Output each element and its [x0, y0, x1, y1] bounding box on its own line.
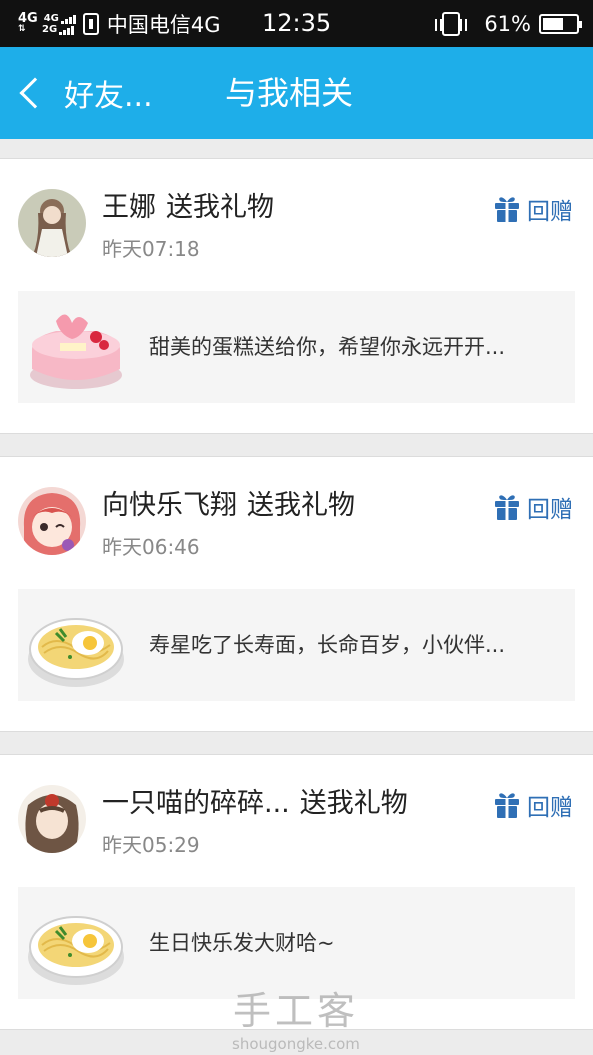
page-title: 与我相关	[225, 74, 354, 112]
signal-bars-2-icon	[59, 24, 75, 35]
action-text: 送我礼物	[247, 490, 355, 521]
gift-icon	[495, 495, 519, 520]
regift-label: 回赠	[527, 199, 573, 225]
clock: 12:35	[262, 9, 332, 37]
vibrate-icon	[435, 12, 468, 36]
noodles-icon	[28, 618, 124, 687]
notification-title: 一只喵的碎碎... 送我礼物	[102, 781, 408, 820]
timestamp: 昨天06:46	[102, 535, 200, 559]
notification-title: 王娜 送我礼物	[102, 185, 274, 224]
gift-content[interactable]: 甜美的蛋糕送给你，希望你永远开开...	[18, 291, 575, 403]
avatar[interactable]	[18, 785, 86, 853]
gift-icon	[495, 197, 519, 222]
regift-button[interactable]: 回赠	[493, 192, 573, 226]
gift-message: 甜美的蛋糕送给你，希望你永远开开...	[149, 335, 506, 359]
avatar[interactable]	[18, 189, 86, 257]
status-right: 61%	[435, 9, 582, 39]
back-label: 好友...	[64, 79, 153, 114]
action-text: 送我礼物	[166, 192, 274, 223]
chevron-left-icon	[19, 77, 51, 109]
network-indicator: 4G 4G ⇅ 2G	[18, 11, 77, 35]
sender-name[interactable]: 王娜	[102, 192, 156, 223]
watermark-logo: 手工客	[232, 989, 359, 1033]
watermark-url: shougongke.com	[232, 1035, 360, 1053]
action-text: 送我礼物	[299, 788, 408, 819]
status-bar: 4G 4G ⇅ 2G 中国电信4G 12:35 61%	[0, 0, 593, 47]
network-label: 4G	[18, 11, 38, 26]
regift-button[interactable]: 回赠	[493, 788, 573, 822]
network-small-1: 4G	[43, 13, 59, 24]
back-button[interactable]: 好友...	[14, 47, 153, 139]
battery-icon	[539, 14, 582, 34]
sender-name[interactable]: 一只喵的碎碎...	[102, 788, 290, 819]
watermark: 手工客 shougongke.com	[232, 980, 360, 1053]
notification-title: 向快乐飞翔 送我礼物	[102, 483, 355, 522]
gift-content[interactable]: 寿星吃了长寿面，长命百岁，小伙伴...	[18, 589, 575, 701]
battery-fill	[543, 18, 563, 30]
avatar[interactable]	[18, 487, 86, 555]
notification-card[interactable]: 向快乐飞翔 送我礼物 昨天06:46 回赠 寿星吃了长寿面，长命百岁，小伙伴...	[0, 456, 593, 732]
network-small-2: 2G	[42, 24, 58, 35]
app-header: 好友... 与我相关	[0, 47, 593, 139]
timestamp: 昨天05:29	[102, 833, 200, 857]
regift-label: 回赠	[527, 795, 573, 821]
notification-card[interactable]: 王娜 送我礼物 昨天07:18 回赠 甜美的蛋糕送给你，希望你永远开开...	[0, 158, 593, 434]
data-arrows-icon: ⇅	[18, 24, 26, 34]
regift-button[interactable]: 回赠	[493, 490, 573, 524]
battery-percent: 61%	[484, 12, 531, 36]
gift-message: 寿星吃了长寿面，长命百岁，小伙伴...	[149, 633, 506, 657]
carrier-name: 中国电信4G	[106, 13, 221, 37]
sender-name[interactable]: 向快乐飞翔	[102, 490, 237, 521]
regift-label: 回赠	[527, 497, 573, 523]
timestamp: 昨天07:18	[102, 237, 200, 261]
gift-icon	[495, 793, 519, 818]
signal-bars-icon	[60, 13, 77, 24]
sim-card-icon	[82, 13, 99, 35]
noodles-icon	[28, 916, 124, 985]
cake-icon	[30, 314, 122, 389]
status-left: 4G 4G ⇅ 2G 中国电信4G	[18, 8, 221, 40]
